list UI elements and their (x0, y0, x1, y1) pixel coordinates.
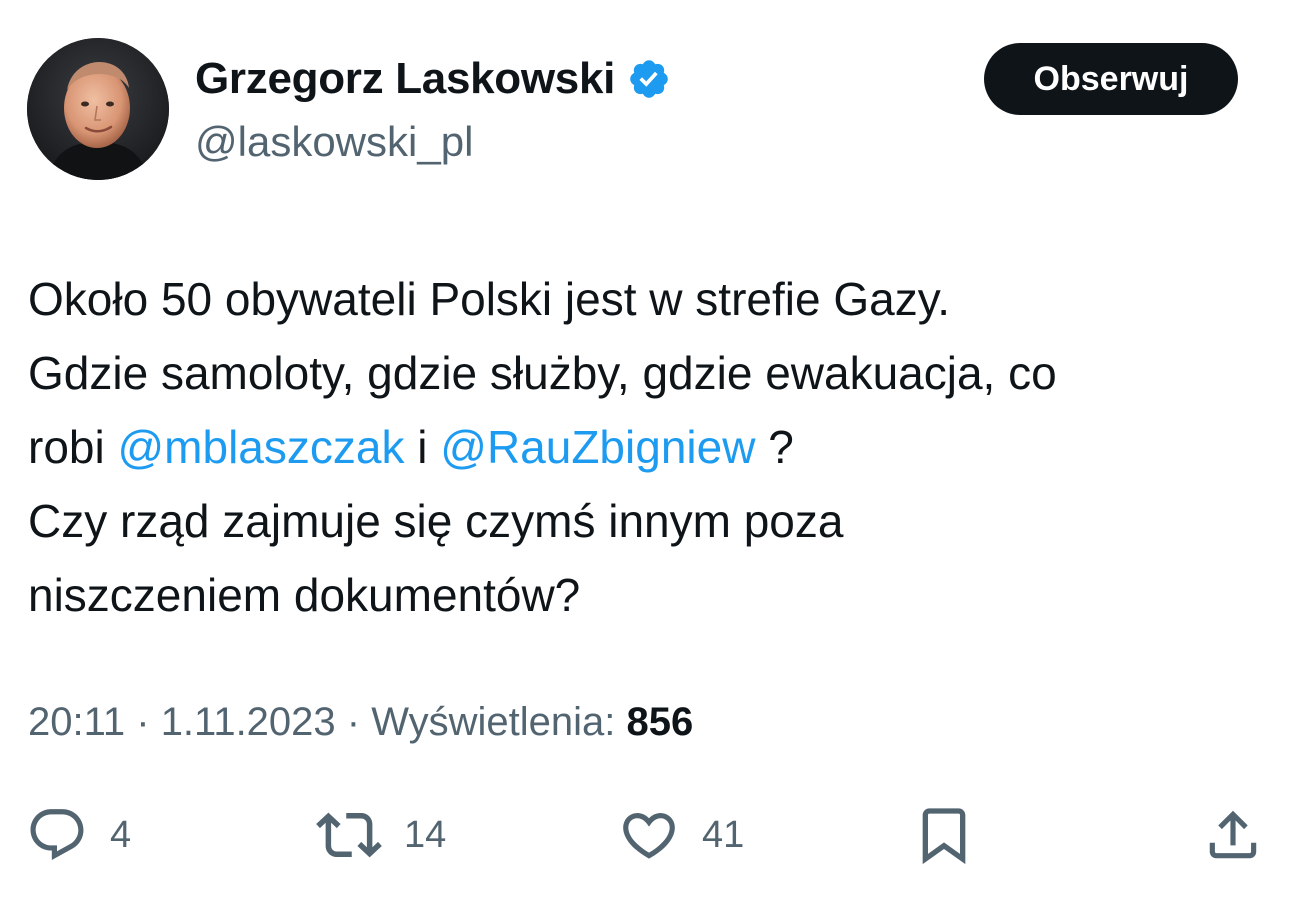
like-button[interactable]: 41 (618, 795, 744, 875)
tweet-time-link[interactable]: 20:11 (28, 700, 125, 744)
bookmark-icon (922, 808, 966, 865)
tweet-action-bar: 4 14 41 (0, 795, 1290, 875)
tweet-date-link[interactable]: 1.11.2023 (161, 700, 336, 744)
reply-icon (30, 809, 84, 861)
tweet-line-4: Czy rząd zajmuje się czymś innym poza (28, 495, 844, 547)
tweet-line-5: niszczeniem dokumentów? (28, 569, 581, 621)
author-display-name[interactable]: Grzegorz Laskowski (195, 54, 615, 104)
tweet-line-1: Około 50 obywateli Polski jest w strefie… (28, 273, 951, 325)
tweet-text-fragment: i (404, 421, 441, 473)
tweet-text-fragment: robi (28, 421, 118, 473)
verified-badge-icon (627, 57, 671, 101)
tweet-header: Grzegorz Laskowski @laskowski_pl Obserwu… (27, 38, 1263, 180)
reply-count: 4 (110, 813, 132, 856)
share-button[interactable] (1202, 795, 1264, 875)
tweet-text: Około 50 obywateli Polski jest w strefie… (28, 262, 1258, 632)
follow-button[interactable]: Obserwuj (984, 43, 1238, 115)
retweet-count: 14 (404, 813, 447, 856)
tweet-line-3: robi @mblaszczak i @RauZbigniew ? (28, 410, 1258, 484)
views-count: 856 (626, 700, 694, 744)
author-handle[interactable]: @laskowski_pl (195, 118, 473, 166)
like-count: 41 (702, 813, 745, 856)
retweet-icon (316, 812, 382, 858)
tweet-text-fragment: ? (755, 421, 794, 473)
reply-button[interactable]: 4 (26, 795, 131, 875)
meta-separator: · (125, 700, 161, 744)
heart-icon (623, 813, 675, 859)
tweet-meta: 20:11 · 1.11.2023 · Wyświetlenia: 856 (28, 700, 693, 745)
retweet-button[interactable]: 14 (316, 795, 446, 875)
mention-link-mblaszczak[interactable]: @mblaszczak (117, 421, 404, 473)
meta-separator: · (335, 700, 372, 744)
author-name-row: Grzegorz Laskowski (195, 54, 671, 104)
avatar[interactable] (27, 38, 169, 180)
avatar-photo (27, 38, 169, 180)
share-icon (1209, 810, 1257, 859)
mention-link-rauzbigniew[interactable]: @RauZbigniew (440, 421, 755, 473)
bookmark-button[interactable] (912, 795, 976, 875)
tweet-line-2: Gdzie samoloty, gdzie służby, gdzie ewak… (28, 347, 1057, 399)
views-label: Wyświetlenia: (371, 700, 627, 744)
